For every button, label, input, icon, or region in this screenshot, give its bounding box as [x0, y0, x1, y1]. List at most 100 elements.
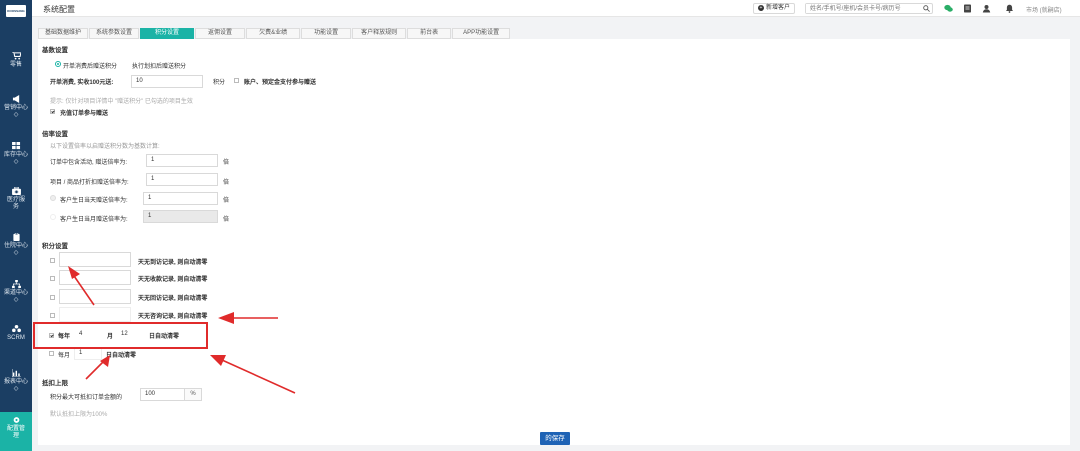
multiplier-unit: 倍: [223, 198, 230, 204]
wechat-icon[interactable]: [944, 4, 953, 13]
multiplier-subtitle: 以下设置倍率以启赠送积分数为基数计算:: [50, 144, 160, 150]
birthday-month-toggle[interactable]: [50, 214, 56, 220]
radio-after-order[interactable]: [55, 61, 61, 67]
tab-points[interactable]: 积分设置: [140, 28, 195, 39]
multiplier-label-activity: 订单中包含活动, 赠送倍率为:: [50, 160, 128, 166]
sidebar-item-label: SCRM: [7, 335, 25, 341]
sidebar-item-config[interactable]: 配置管理: [0, 412, 32, 451]
basic-hint: 提示: 仅针对项目详情中 "赠送积分" 已勾选的项目生效: [50, 99, 193, 105]
save-button[interactable]: 的保存: [540, 432, 570, 445]
sidebar-item-label: 配置管理: [6, 426, 25, 439]
sidebar-item-inventory[interactable]: 库存中心 ◇: [0, 142, 32, 166]
sidebar-item-medical[interactable]: 医疗服务: [0, 186, 32, 211]
spend-label: 开单消费, 实收100元送:: [50, 80, 114, 86]
top-header: 系统配置 +新增客户 市场 (就嗣店): [32, 0, 1080, 17]
clear-consult-checkbox[interactable]: [50, 313, 55, 318]
tab-front-desk[interactable]: 前台表: [407, 28, 452, 39]
points-section-title: 积分设置: [42, 243, 68, 250]
user-name[interactable]: 市场 (就嗣店): [1026, 5, 1062, 14]
sidebar-item-label: 库存中心: [3, 152, 28, 158]
clear-consult-days-input[interactable]: [59, 307, 131, 322]
search-icon[interactable]: [923, 5, 930, 12]
grid-icon: [11, 142, 21, 150]
multiplier-unit: 倍: [223, 160, 230, 166]
spend-unit: 积分: [213, 80, 226, 86]
multiplier-section-title: 倍率设置: [42, 131, 68, 138]
clear-followup-checkbox[interactable]: [50, 295, 55, 300]
clipboard-icon: [12, 232, 21, 241]
tab-commission[interactable]: 返佣设置: [195, 28, 246, 39]
sidebar-item-scrm[interactable]: SCRM: [0, 325, 32, 342]
clear-payment-days-input[interactable]: [59, 270, 131, 285]
medkit-icon: [11, 186, 21, 195]
logo: KOOSSANG: [0, 0, 32, 22]
sidebar-item-inpatient[interactable]: 住院中心 ◇: [0, 232, 32, 257]
clear-visit-days-input[interactable]: [59, 252, 131, 267]
radio-after-deduct-label: 执行划扣后赠送积分: [132, 64, 187, 70]
clear-payment-checkbox[interactable]: [50, 276, 55, 281]
recharge-checkbox[interactable]: [50, 109, 55, 114]
clear-consult-label: 天无咨询记录, 则自动清零: [138, 314, 208, 320]
sidebar-item-label: 住院中心: [3, 243, 28, 249]
tab-app-functions[interactable]: APP功能设置: [452, 28, 511, 39]
page-title: 系统配置: [43, 5, 75, 14]
clear-followup-days-input[interactable]: [59, 289, 131, 304]
monthly-suffix: 日自动清零: [106, 353, 137, 359]
clear-followup-label: 天无回访记录, 则自动清零: [138, 296, 208, 302]
radio-after-order-label: 开单消费后赠送积分: [63, 64, 118, 70]
multiplier-birthday-day-input[interactable]: 1: [143, 192, 218, 205]
contacts-icon[interactable]: [982, 4, 991, 13]
new-customer-button[interactable]: + 新增客户: [753, 3, 796, 14]
search-box: [805, 3, 933, 14]
multiplier-birthday-month-input[interactable]: 1: [143, 210, 218, 223]
sidebar-item-label: 营销中心: [3, 105, 28, 111]
multiplier-label-discount: 项目 / 商品打折扣赠送倍率为:: [50, 180, 129, 186]
sidebar-item-channel[interactable]: 渠道中心 ◇: [0, 280, 32, 304]
annotation-highlight-box: [33, 322, 208, 349]
sidebar-item-label: 零售: [9, 62, 22, 68]
tab-functions[interactable]: 功能设置: [301, 28, 352, 39]
share-icon: [11, 325, 21, 333]
account-checkbox[interactable]: [234, 78, 239, 83]
multiplier-unit: 倍: [223, 217, 230, 223]
clear-payment-label: 天无收款记录, 则自动清零: [138, 277, 208, 283]
cart-icon: [11, 51, 22, 60]
deduct-section-title: 抵扣上限: [42, 380, 68, 387]
sidebar-item-reports[interactable]: 报表中心 ◇: [0, 369, 32, 393]
deduct-percent-unit: %: [185, 388, 202, 401]
logo-text: KOOSSANG: [6, 5, 26, 17]
tab-system-params[interactable]: 系统参数设置: [89, 28, 140, 39]
bar-chart-icon: [11, 369, 21, 378]
document-icon[interactable]: [963, 4, 972, 13]
new-customer-label: 新增客户: [766, 5, 791, 11]
multiplier-discount-input[interactable]: 1: [146, 173, 218, 186]
sidebar-item-retail[interactable]: 零售: [0, 51, 32, 69]
clear-visit-checkbox[interactable]: [50, 258, 55, 263]
monthly-prefix: 每月: [58, 353, 71, 359]
sitemap-icon: [11, 280, 21, 288]
birthday-day-toggle[interactable]: [50, 195, 56, 201]
sidebar-item-label: 报表中心: [3, 379, 28, 385]
megaphone-icon: [12, 95, 21, 103]
deduct-percent-input[interactable]: 100: [140, 388, 185, 401]
radio-after-deduct[interactable]: [125, 61, 131, 67]
multiplier-activity-input[interactable]: 1: [146, 154, 218, 167]
account-checkbox-label: 账户、预定金支付参与赠送: [244, 80, 317, 86]
monthly-clear-checkbox[interactable]: [49, 351, 54, 356]
tab-arrears[interactable]: 欠费&业绩: [246, 28, 301, 39]
plus-icon: +: [758, 5, 764, 11]
spend-points-input[interactable]: 10: [131, 75, 203, 88]
sidebar: KOOSSANG 零售 营销中心 ◇ 库存中心 ◇ 医疗服务 住院中心 ◇ 渠道中心 ◇…: [0, 0, 32, 451]
recharge-label: 充值订单参与赠送: [60, 111, 109, 117]
sidebar-item-marketing[interactable]: 营销中心 ◇: [0, 95, 32, 119]
basic-section-title: 基数设置: [42, 47, 68, 54]
multiplier-label-birthday-month: 客户生日当月赠送倍率为:: [60, 217, 128, 223]
tab-basic-data[interactable]: 基础数据维护: [38, 28, 89, 39]
bell-icon[interactable]: [1005, 4, 1014, 13]
sidebar-item-label: 渠道中心: [3, 290, 28, 296]
gear-icon: [12, 416, 21, 424]
search-input[interactable]: [806, 4, 918, 13]
settings-tabs: 基础数据维护 系统参数设置 积分设置 返佣设置 欠费&业绩 功能设置 客户释放规…: [38, 28, 511, 39]
deduct-hint: 默认抵扣上限为100%: [50, 412, 108, 418]
tab-release-rules[interactable]: 客户释放规则: [352, 28, 407, 39]
